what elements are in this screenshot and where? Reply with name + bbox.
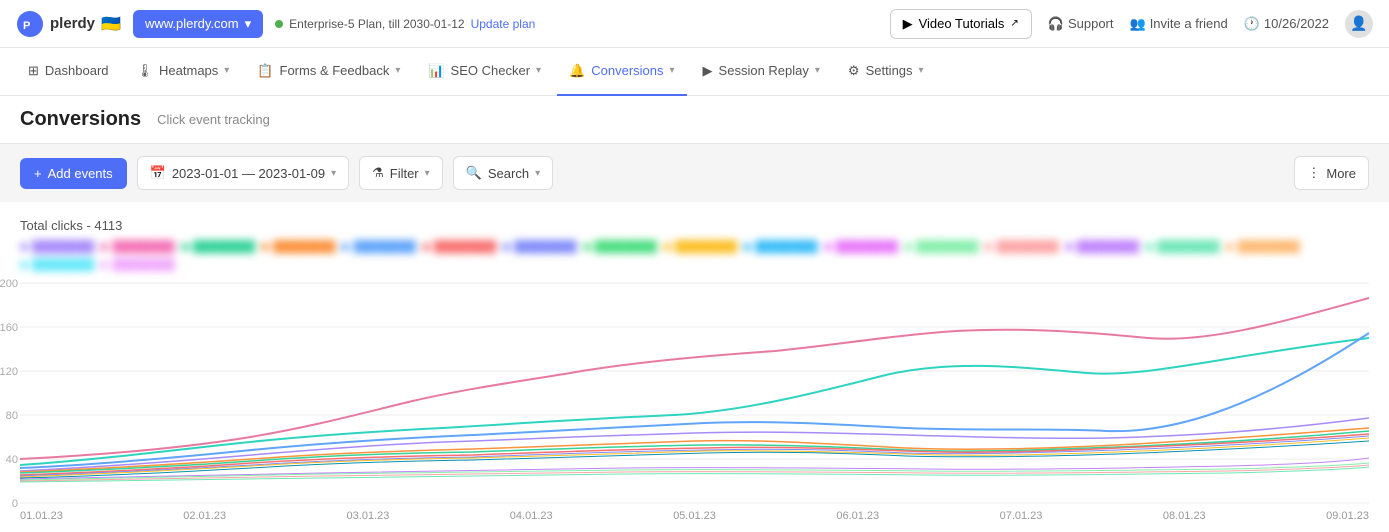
update-plan-link[interactable]: Update plan [471,17,536,31]
support-link[interactable]: 🎧 Support [1048,16,1114,32]
chart-container: Total clicks - 4113 ████████████████████… [0,202,1389,532]
chevron-down-icon: ▾ [245,16,252,32]
chart-svg-wrapper: 200 160 120 80 40 0 [20,283,1369,506]
x-axis-label: 05.01.23 [673,510,716,522]
topbar-date: 🕐 10/26/2022 [1244,16,1329,32]
chevron-down-icon: ▾ [670,65,675,76]
legend-item: ████████ [583,241,657,253]
legend-item: ████████ [824,241,898,253]
legend-item: ████████ [904,241,978,253]
sidebar-item-conversions[interactable]: 🔔 Conversions ▾ [557,48,686,96]
user-icon: 👤 [1350,15,1367,32]
sidebar-item-heatmaps[interactable]: 🌡 Heatmaps ▾ [125,48,242,96]
filter-button[interactable]: ⚗ Filter ▾ [359,156,443,190]
more-button[interactable]: ⋮ More [1294,156,1369,190]
svg-text:40: 40 [6,454,18,466]
topbar-right: ▶ Video Tutorials ↗ 🎧 Support 👥 Invite a… [890,9,1373,39]
plan-status-dot [275,20,283,28]
svg-text:200: 200 [0,278,18,290]
chevron-down-icon: ▾ [331,168,336,179]
logo-text: plerdy [50,15,95,32]
x-axis-label: 08.01.23 [1163,510,1206,522]
legend-item: ████████ [20,259,94,271]
sidebar-item-session-replay[interactable]: ▶ Session Replay ▾ [691,48,832,96]
svg-text:80: 80 [6,410,18,422]
svg-text:0: 0 [12,498,18,510]
legend-item: ████████ [502,241,576,253]
site-selector-button[interactable]: www.plerdy.com ▾ [133,10,263,38]
navbar: ⊞ Dashboard 🌡 Heatmaps ▾ 📋 Forms & Feedb… [0,48,1389,96]
legend-item: ████████ [100,259,174,271]
legend-item: ████████ [341,241,415,253]
chart-legend: ████████ ████████ ████████ ████████ ████████… [20,241,1369,271]
chevron-down-icon: ▾ [425,168,430,179]
more-icon: ⋮ [1307,165,1320,181]
page-header: Conversions Click event tracking [0,96,1389,144]
user-avatar[interactable]: 👤 [1345,10,1373,38]
sidebar-item-dashboard[interactable]: ⊞ Dashboard [16,48,121,96]
search-button[interactable]: 🔍 Search ▾ [453,156,553,190]
add-events-button[interactable]: + Add events [20,158,127,189]
topbar: P plerdy 🇺🇦 www.plerdy.com ▾ Enterprise-… [0,0,1389,48]
svg-text:160: 160 [0,322,18,334]
invite-friend-link[interactable]: 👥 Invite a friend [1130,16,1228,32]
chevron-down-icon: ▾ [224,65,229,76]
x-axis-label: 03.01.23 [347,510,390,522]
filter-icon: ⚗ [372,165,384,181]
x-axis-labels: 01.01.23 02.01.23 03.01.23 04.01.23 05.01.23… [20,506,1369,522]
x-axis-label: 06.01.23 [836,510,879,522]
plan-info: Enterprise-5 Plan, till 2030-01-12 Updat… [275,17,535,31]
invite-icon: 👥 [1130,16,1146,32]
chevron-down-icon: ▾ [535,168,540,179]
line-chart: 200 160 120 80 40 0 [20,283,1369,503]
support-icon: 🎧 [1048,16,1064,32]
sidebar-item-settings[interactable]: ⚙ Settings ▾ [836,48,936,96]
external-link-icon: ↗ [1010,18,1018,29]
total-clicks: Total clicks - 4113 [20,218,1369,233]
video-icon: ▶ [903,16,913,32]
x-axis-label: 02.01.23 [183,510,226,522]
legend-item: ████████ [100,241,174,253]
logo: P plerdy 🇺🇦 [16,10,121,38]
legend-item: ████████ [984,241,1058,253]
legend-item: ████████ [1225,241,1299,253]
chevron-down-icon: ▾ [919,65,924,76]
legend-item: ████████ [181,241,255,253]
page-subtitle: Click event tracking [157,112,270,127]
legend-item: ████████ [422,241,496,253]
legend-item: ████████ [743,241,817,253]
sidebar-item-seo[interactable]: 📊 SEO Checker ▾ [416,48,553,96]
page-title: Conversions [20,108,141,131]
search-icon: 🔍 [466,165,482,181]
forms-icon: 📋 [257,63,273,79]
video-tutorials-button[interactable]: ▶ Video Tutorials ↗ [890,9,1032,39]
x-axis-label: 09.01.23 [1326,510,1369,522]
clock-icon: 🕐 [1244,16,1260,32]
chevron-down-icon: ▾ [536,65,541,76]
conversions-icon: 🔔 [569,63,585,79]
calendar-icon: 📅 [150,165,166,181]
legend-item: ████████ [663,241,737,253]
x-axis-label: 07.01.23 [1000,510,1043,522]
date-range-picker[interactable]: 📅 2023-01-01 — 2023-01-09 ▾ [137,156,349,190]
legend-item: ████████ [1145,241,1219,253]
chevron-down-icon: ▾ [815,65,820,76]
seo-icon: 📊 [428,63,444,79]
legend-item: ████████ [20,241,94,253]
x-axis-label: 04.01.23 [510,510,553,522]
dashboard-icon: ⊞ [28,63,39,79]
session-icon: ▶ [703,63,713,79]
plerdy-logo-icon: P [16,10,44,38]
legend-item: ████████ [261,241,335,253]
plus-icon: + [34,166,42,181]
x-axis-label: 01.01.23 [20,510,63,522]
svg-text:P: P [23,20,30,32]
toolbar: + Add events 📅 2023-01-01 — 2023-01-09 ▾… [0,144,1389,202]
chevron-down-icon: ▾ [395,65,400,76]
svg-text:120: 120 [0,366,18,378]
heatmaps-icon: 🌡 [137,63,154,79]
legend-item: ████████ [1065,241,1139,253]
settings-icon: ⚙ [848,63,860,79]
sidebar-item-forms[interactable]: 📋 Forms & Feedback ▾ [245,48,412,96]
